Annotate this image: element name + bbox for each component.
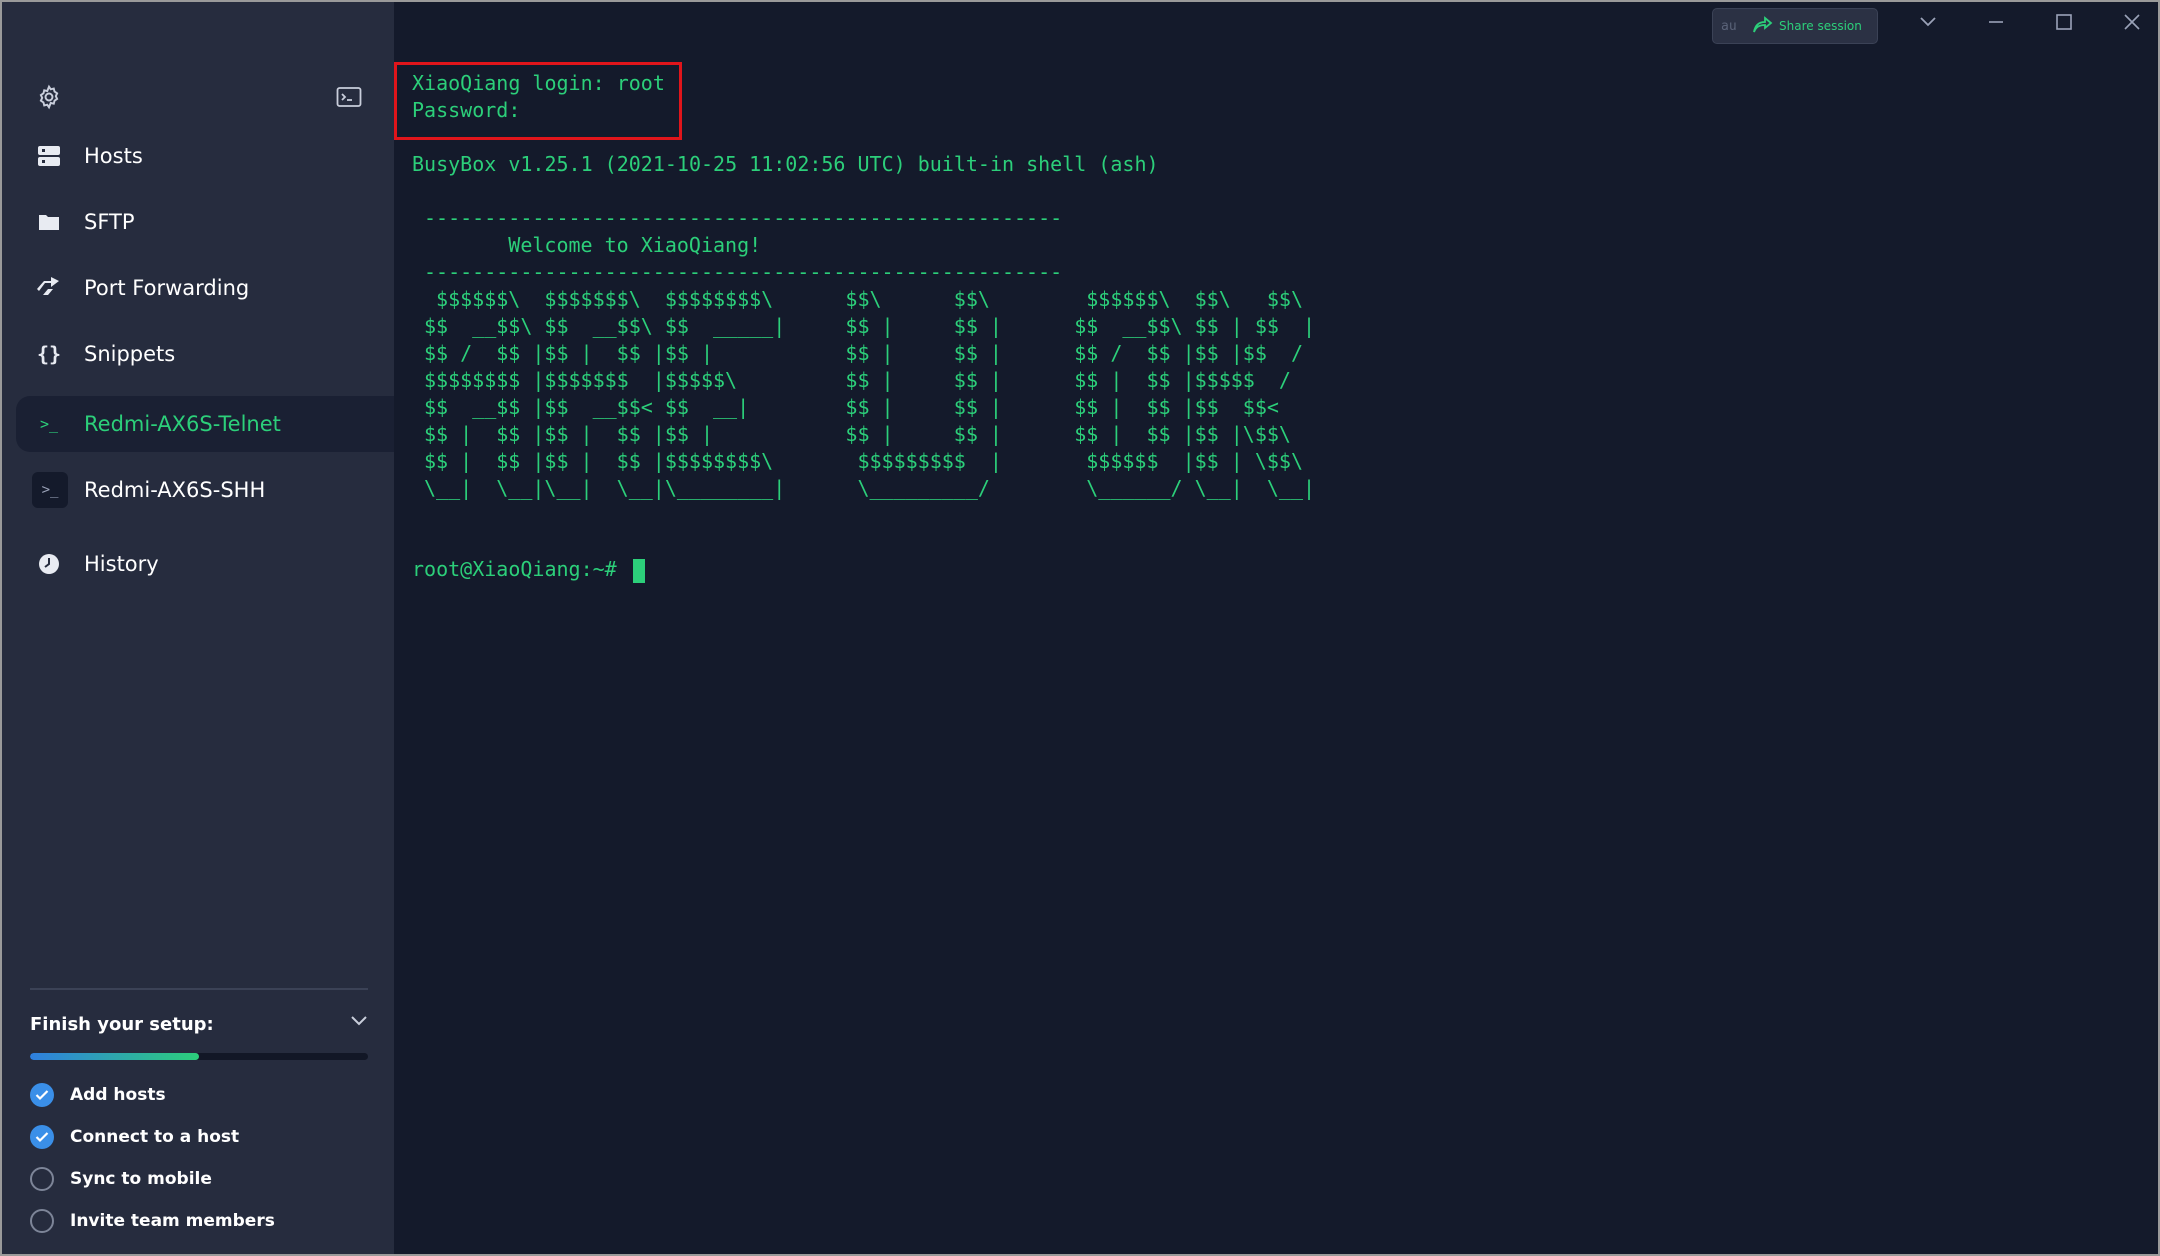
setup-task-label: Sync to mobile [70,1169,212,1189]
banner-line: $$ __$$ |$$ __$$< $$ __| $$ | $$ | $$ | … [424,395,1279,419]
server-icon [36,143,62,169]
sidebar: Hosts SFTP Port Forwarding {} Snippets >… [2,2,394,1254]
terminal-line: XiaoQiang login: root [412,71,665,95]
close-icon[interactable] [2120,10,2144,34]
sidebar-item-label: History [84,552,159,576]
setup-title: Finish your setup: [30,1014,214,1035]
banner-line: Welcome to XiaoQiang! [424,233,762,257]
share-session-label: Share session [1779,19,1862,33]
setup-panel: Finish your setup: Add hosts Connect to … [30,988,368,1242]
check-icon [30,1083,54,1107]
minimize-icon[interactable] [1984,10,2008,34]
check-icon [30,1125,54,1149]
forward-icon [36,275,62,301]
setup-task-invite-team[interactable]: Invite team members [30,1200,368,1242]
share-session-button[interactable]: au Share session [1712,8,1878,44]
sidebar-item-label: Port Forwarding [84,276,250,300]
sidebar-item-redmi-ax6s-telnet[interactable]: >_ Redmi-AX6S-Telnet [16,396,394,452]
terminal-cursor [632,558,645,583]
banner-line: ----------------------------------------… [424,206,1063,230]
sidebar-item-snippets[interactable]: {} Snippets [16,326,394,382]
prompt-icon: >_ [39,415,59,433]
share-icon [1753,15,1773,37]
sidebar-item-hosts[interactable]: Hosts [16,128,394,184]
gear-icon[interactable] [36,84,62,110]
terminal-output: XiaoQiang login: root Password: BusyBox v1… [412,70,1315,583]
banner-line: ----------------------------------------… [424,260,1063,284]
setup-task-label: Connect to a host [70,1127,240,1147]
setup-task-label: Invite team members [70,1211,275,1231]
prompt-icon: >_ [32,472,68,508]
sidebar-item-redmi-ax6s-shh[interactable]: >_ Redmi-AX6S-SHH [16,462,394,518]
braces-icon: {} [36,342,62,366]
sidebar-item-label: SFTP [84,210,135,234]
banner-line: $$ | $$ |$$ | $$ |$$$$$$$$\ $$$$$$$$$ | … [424,449,1303,473]
sidebar-item-history[interactable]: History [16,536,394,592]
banner-line: \__| \__|\__| \__|\________| \_________/… [424,476,1316,500]
chevron-down-icon[interactable] [350,1012,368,1031]
maximize-icon[interactable] [2052,10,2076,34]
sidebar-item-label: Redmi-AX6S-SHH [84,478,266,502]
terminal-line: BusyBox v1.25.1 (2021-10-25 11:02:56 UTC… [412,152,1159,176]
sidebar-item-port-forwarding[interactable]: Port Forwarding [16,260,394,316]
sidebar-item-label: Redmi-AX6S-Telnet [84,412,281,436]
terminal-icon[interactable] [336,86,362,112]
sidebar-item-sftp[interactable]: SFTP [16,194,394,250]
setup-task-add-hosts[interactable]: Add hosts [30,1074,368,1116]
terminal-line: Password: [412,98,521,122]
shell-prompt: root@XiaoQiang:~# [412,557,629,581]
banner-line: $$ | $$ |$$ | $$ |$$ | $$ | $$ | $$ | $$… [424,422,1291,446]
setup-task-list: Add hosts Connect to a host Sync to mobi… [30,1074,368,1242]
folder-icon [36,209,62,235]
setup-task-connect[interactable]: Connect to a host [30,1116,368,1158]
clock-icon [36,551,62,577]
sidebar-item-label: Hosts [84,144,143,168]
terminal-panel[interactable]: au Share session XiaoQiang login: root Pa… [394,2,2158,1254]
setup-task-sync-mobile[interactable]: Sync to mobile [30,1158,368,1200]
setup-task-label: Add hosts [70,1085,166,1105]
setup-progress-bar [30,1053,368,1060]
titlebar: au Share session [394,2,2158,44]
banner-line: $$$$$$\ $$$$$$$\ $$$$$$$$\ $$\ $$\ $$$$$… [424,287,1303,311]
chevron-down-icon[interactable] [1916,10,1940,34]
avatar: au [1721,18,1737,34]
banner-line: $$ __$$\ $$ __$$\ $$ _____| $$ | $$ | $$… [424,314,1316,338]
empty-circle-icon [30,1209,54,1233]
prompt-line[interactable]: root@XiaoQiang:~# [412,556,1315,583]
setup-progress-fill [30,1053,199,1060]
banner-line: $$$$$$$$ |$$$$$$$ |$$$$$\ $$ | $$ | $$ |… [424,368,1291,392]
banner-line: $$ / $$ |$$ | $$ |$$ | $$ | $$ | $$ / $$… [424,341,1303,365]
empty-circle-icon [30,1167,54,1191]
sidebar-item-label: Snippets [84,342,176,366]
